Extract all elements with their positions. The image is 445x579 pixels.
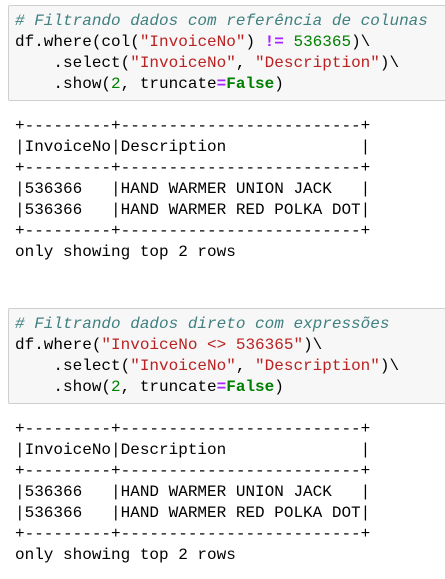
table-line: |536366 |HAND WARMER RED POLKA DOT| [15,201,371,219]
code-token: "InvoiceNo" [130,54,236,72]
code-token: .show( [15,378,112,396]
table-line: +---------+-------------------------+ [15,420,371,438]
code-cell-2-output: +---------+-------------------------+ |In… [15,419,370,566]
code-token: , [235,54,256,72]
code-token: "InvoiceNo" [130,357,236,375]
code-line: # Filtrando dados direto com expressões [15,314,445,335]
code-cell-1-output: +---------+-------------------------+ |In… [15,116,370,263]
code-token: False [226,378,275,396]
code-token: != [264,33,284,51]
code-token: .select( [15,357,131,375]
code-token: # Filtrando dados direto com expressões [15,315,390,333]
code-token: = [216,378,227,396]
output-note: only showing top 2 rows [15,243,236,261]
table-line: +---------+-------------------------+ [15,159,371,177]
table-line: +---------+-------------------------+ [15,222,371,240]
code-token: )\ [351,33,371,51]
code-token: .show( [15,75,112,93]
code-token: ) [274,75,284,93]
table-line: |InvoiceNo|Description | [15,138,371,156]
code-token: , truncate [120,378,217,396]
code-token: )\ [379,54,400,72]
code-token: ) [245,33,265,51]
code-token: # Filtrando dados com referência de colu… [15,12,428,30]
code-line: .show(2, truncate=False) [15,377,445,398]
table-line: |InvoiceNo|Description | [15,441,371,459]
code-cell-2-input[interactable]: # Filtrando dados direto com expressões d… [8,308,445,404]
code-line: df.where(col("InvoiceNo") != 536365)\ [15,32,445,53]
table-line: |536366 |HAND WARMER UNION JACK | [15,180,371,198]
code-token: = [216,75,227,93]
code-token: )\ [303,336,323,354]
code-cell-1-input[interactable]: # Filtrando dados com referência de colu… [8,5,445,101]
code-token: "InvoiceNo" [139,33,246,51]
code-line: df.where("InvoiceNo <> 536365")\ [15,335,445,356]
code-token: df.where( [15,336,102,354]
code-token: )\ [379,357,400,375]
code-line: .select("InvoiceNo", "Description")\ [15,356,445,377]
code-token: "InvoiceNo <> 536365" [101,336,304,354]
code-token: False [226,75,275,93]
code-token: .select( [15,54,131,72]
code-token: "Description" [255,54,380,72]
code-line: # Filtrando dados com referência de colu… [15,11,445,32]
table-line: |536366 |HAND WARMER RED POLKA DOT| [15,504,371,522]
table-line: +---------+-------------------------+ [15,525,371,543]
code-token: , truncate [120,75,217,93]
code-token: df.where(col( [15,33,140,51]
code-token: ) [274,378,284,396]
table-line: |536366 |HAND WARMER UNION JACK | [15,483,371,501]
code-token: "Description" [255,357,380,375]
code-token: , [235,357,256,375]
table-line: +---------+-------------------------+ [15,462,371,480]
table-line: +---------+-------------------------+ [15,117,371,135]
output-note: only showing top 2 rows [15,546,236,564]
code-line: .select("InvoiceNo", "Description")\ [15,53,445,74]
code-token: 2 [111,378,121,396]
code-line: .show(2, truncate=False) [15,74,445,95]
code-token: 2 [111,75,121,93]
code-token: 536365 [293,33,352,51]
